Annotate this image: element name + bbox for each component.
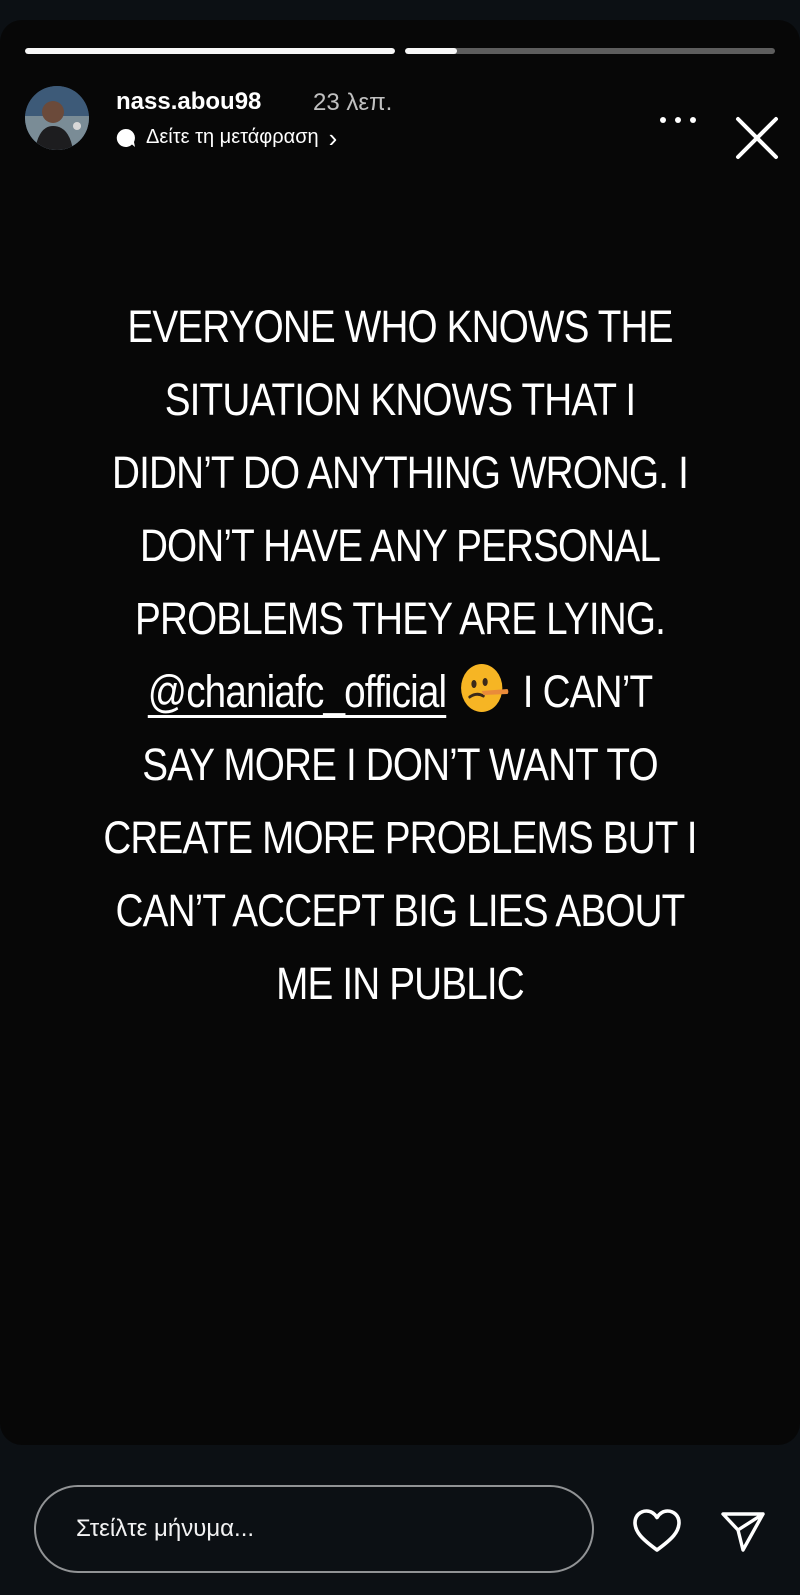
caption-line: DIDN’T DO ANYTHING WRONG. I bbox=[112, 447, 689, 498]
story-progress bbox=[25, 48, 775, 54]
caption-line: CAN’T ACCEPT BIG LIES ABOUT bbox=[115, 885, 686, 936]
caption-text: I CAN’T bbox=[522, 666, 653, 717]
timestamp: 23 λεπ. bbox=[313, 89, 393, 116]
caption-line: SAY MORE I DON’T WANT TO bbox=[142, 739, 658, 790]
story-frame[interactable]: nass.abou98 23 λεπ. Δείτε τη μετάφραση ›… bbox=[0, 20, 800, 1445]
progress-segment-2 bbox=[405, 48, 775, 54]
more-dot bbox=[690, 117, 696, 123]
translate-bubble-icon bbox=[116, 128, 135, 147]
progress-segment-1 bbox=[25, 48, 395, 54]
heart-icon[interactable] bbox=[632, 1508, 682, 1554]
caption-line: ME IN PUBLIC bbox=[276, 958, 525, 1009]
caption-line: CREATE MORE PROBLEMS BUT I bbox=[103, 812, 697, 863]
send-icon[interactable] bbox=[720, 1508, 766, 1554]
see-translation-link[interactable]: Δείτε τη μετάφραση › bbox=[116, 122, 338, 153]
caption-line: @chaniafc_official I CAN’T bbox=[90, 655, 709, 728]
mention-link[interactable]: @chaniafc_official bbox=[148, 666, 447, 717]
caption-line: SITUATION KNOWS THAT I bbox=[164, 374, 636, 425]
story-caption: EVERYONE WHO KNOWS THE SITUATION KNOWS T… bbox=[90, 290, 709, 1020]
lying-face-emoji-icon bbox=[461, 664, 509, 712]
chevron-right-icon: › bbox=[328, 122, 338, 153]
close-icon[interactable] bbox=[734, 115, 780, 161]
more-dot bbox=[660, 117, 666, 123]
more-dot bbox=[675, 117, 681, 123]
caption-line: EVERYONE WHO KNOWS THE bbox=[127, 301, 673, 352]
caption-line: PROBLEMS THEY ARE LYING. bbox=[135, 593, 666, 644]
avatar[interactable] bbox=[25, 86, 89, 150]
more-icon[interactable] bbox=[660, 112, 696, 128]
message-input[interactable] bbox=[34, 1485, 594, 1573]
story-viewer: nass.abou98 23 λεπ. Δείτε τη μετάφραση ›… bbox=[0, 0, 800, 1595]
translate-label: Δείτε τη μετάφραση bbox=[146, 126, 319, 148]
username[interactable]: nass.abou98 bbox=[116, 88, 261, 116]
caption-line: DON’T HAVE ANY PERSONAL bbox=[139, 520, 661, 571]
progress-fill-1 bbox=[25, 48, 395, 54]
progress-fill-2 bbox=[405, 48, 457, 54]
